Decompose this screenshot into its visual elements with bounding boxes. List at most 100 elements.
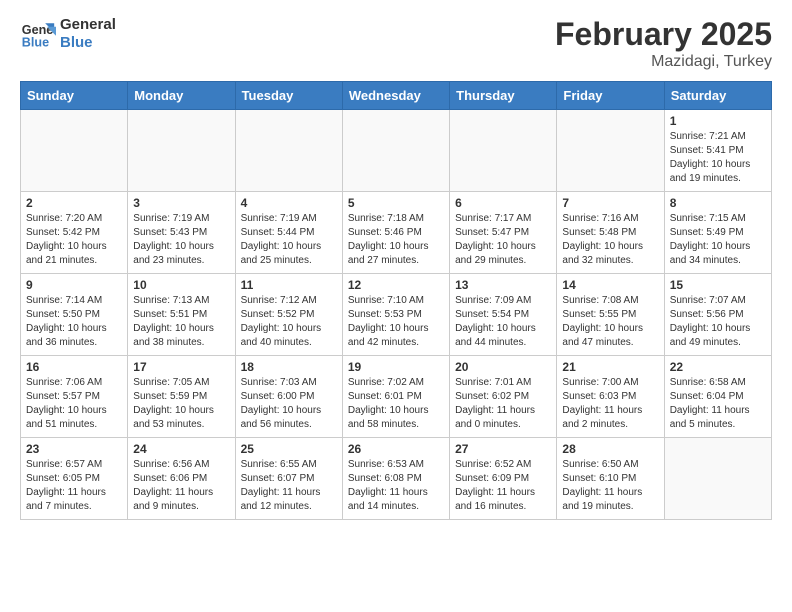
day-number: 14 bbox=[562, 278, 658, 292]
table-row: 6 Sunrise: 7:17 AM Sunset: 5:47 PM Daylig… bbox=[450, 192, 557, 274]
day-info: Sunrise: 7:07 AM Sunset: 5:56 PM Dayligh… bbox=[670, 294, 766, 350]
day-info: Sunrise: 7:03 AM Sunset: 6:00 PM Dayligh… bbox=[241, 376, 337, 432]
day-info: Sunrise: 7:15 AM Sunset: 5:49 PM Dayligh… bbox=[670, 212, 766, 268]
table-row: 14 Sunrise: 7:08 AM Sunset: 5:55 PM Dayli… bbox=[557, 274, 664, 356]
month-title: February 2025 bbox=[555, 16, 772, 53]
table-row: 25 Sunrise: 6:55 AM Sunset: 6:07 PM Dayli… bbox=[235, 438, 342, 520]
col-tuesday: Tuesday bbox=[235, 82, 342, 110]
table-row: 15 Sunrise: 7:07 AM Sunset: 5:56 PM Dayli… bbox=[664, 274, 771, 356]
day-number: 28 bbox=[562, 442, 658, 456]
day-info: Sunrise: 7:19 AM Sunset: 5:44 PM Dayligh… bbox=[241, 212, 337, 268]
day-info: Sunrise: 6:55 AM Sunset: 6:07 PM Dayligh… bbox=[241, 458, 337, 514]
table-row bbox=[21, 110, 128, 192]
table-row: 17 Sunrise: 7:05 AM Sunset: 5:59 PM Dayli… bbox=[128, 356, 235, 438]
table-row: 28 Sunrise: 6:50 AM Sunset: 6:10 PM Dayli… bbox=[557, 438, 664, 520]
day-info: Sunrise: 7:09 AM Sunset: 5:54 PM Dayligh… bbox=[455, 294, 551, 350]
day-info: Sunrise: 7:01 AM Sunset: 6:02 PM Dayligh… bbox=[455, 376, 551, 432]
table-row bbox=[235, 110, 342, 192]
title-block: February 2025 Mazidagi, Turkey bbox=[555, 16, 772, 71]
col-thursday: Thursday bbox=[450, 82, 557, 110]
table-row: 26 Sunrise: 6:53 AM Sunset: 6:08 PM Dayli… bbox=[342, 438, 449, 520]
day-info: Sunrise: 6:52 AM Sunset: 6:09 PM Dayligh… bbox=[455, 458, 551, 514]
day-number: 25 bbox=[241, 442, 337, 456]
day-number: 27 bbox=[455, 442, 551, 456]
calendar-week-row: 1Sunrise: 7:21 AM Sunset: 5:41 PM Daylig… bbox=[21, 110, 772, 192]
day-number: 15 bbox=[670, 278, 766, 292]
day-info: Sunrise: 7:17 AM Sunset: 5:47 PM Dayligh… bbox=[455, 212, 551, 268]
day-number: 12 bbox=[348, 278, 444, 292]
logo-line1: General bbox=[60, 16, 116, 34]
calendar-week-row: 9 Sunrise: 7:14 AM Sunset: 5:50 PM Daylig… bbox=[21, 274, 772, 356]
day-info: Sunrise: 7:00 AM Sunset: 6:03 PM Dayligh… bbox=[562, 376, 658, 432]
table-row bbox=[450, 110, 557, 192]
table-row bbox=[557, 110, 664, 192]
day-number: 7 bbox=[562, 196, 658, 210]
col-friday: Friday bbox=[557, 82, 664, 110]
day-info: Sunrise: 7:05 AM Sunset: 5:59 PM Dayligh… bbox=[133, 376, 229, 432]
logo-icon: General Blue bbox=[20, 16, 56, 52]
table-row: 16 Sunrise: 7:06 AM Sunset: 5:57 PM Dayli… bbox=[21, 356, 128, 438]
day-number: 17 bbox=[133, 360, 229, 374]
table-row: 8 Sunrise: 7:15 AM Sunset: 5:49 PM Daylig… bbox=[664, 192, 771, 274]
table-row: 7 Sunrise: 7:16 AM Sunset: 5:48 PM Daylig… bbox=[557, 192, 664, 274]
table-row: 11Sunrise: 7:12 AM Sunset: 5:52 PM Dayli… bbox=[235, 274, 342, 356]
table-row: 22 Sunrise: 6:58 AM Sunset: 6:04 PM Dayli… bbox=[664, 356, 771, 438]
logo: General Blue General Blue bbox=[20, 16, 116, 52]
day-info: Sunrise: 6:50 AM Sunset: 6:10 PM Dayligh… bbox=[562, 458, 658, 514]
calendar-table: Sunday Monday Tuesday Wednesday Thursday… bbox=[20, 81, 772, 520]
day-number: 3 bbox=[133, 196, 229, 210]
day-number: 26 bbox=[348, 442, 444, 456]
day-number: 16 bbox=[26, 360, 122, 374]
day-number: 22 bbox=[670, 360, 766, 374]
header: General Blue General Blue February 2025 … bbox=[20, 16, 772, 71]
calendar-header-row: Sunday Monday Tuesday Wednesday Thursday… bbox=[21, 82, 772, 110]
table-row: 2 Sunrise: 7:20 AM Sunset: 5:42 PM Daylig… bbox=[21, 192, 128, 274]
day-info: Sunrise: 7:06 AM Sunset: 5:57 PM Dayligh… bbox=[26, 376, 122, 432]
day-number: 20 bbox=[455, 360, 551, 374]
day-number: 10 bbox=[133, 278, 229, 292]
day-number: 19 bbox=[348, 360, 444, 374]
table-row: 9 Sunrise: 7:14 AM Sunset: 5:50 PM Daylig… bbox=[21, 274, 128, 356]
page: General Blue General Blue February 2025 … bbox=[0, 0, 792, 536]
col-sunday: Sunday bbox=[21, 82, 128, 110]
day-number: 11 bbox=[241, 278, 337, 292]
day-number: 2 bbox=[26, 196, 122, 210]
table-row: 20 Sunrise: 7:01 AM Sunset: 6:02 PM Dayli… bbox=[450, 356, 557, 438]
day-info: Sunrise: 6:57 AM Sunset: 6:05 PM Dayligh… bbox=[26, 458, 122, 514]
col-monday: Monday bbox=[128, 82, 235, 110]
day-number: 13 bbox=[455, 278, 551, 292]
day-info: Sunrise: 7:13 AM Sunset: 5:51 PM Dayligh… bbox=[133, 294, 229, 350]
table-row: 12 Sunrise: 7:10 AM Sunset: 5:53 PM Dayli… bbox=[342, 274, 449, 356]
day-number: 9 bbox=[26, 278, 122, 292]
day-info: Sunrise: 7:08 AM Sunset: 5:55 PM Dayligh… bbox=[562, 294, 658, 350]
day-number: 24 bbox=[133, 442, 229, 456]
day-info: Sunrise: 6:58 AM Sunset: 6:04 PM Dayligh… bbox=[670, 376, 766, 432]
day-number: 21 bbox=[562, 360, 658, 374]
day-info: Sunrise: 7:14 AM Sunset: 5:50 PM Dayligh… bbox=[26, 294, 122, 350]
table-row: 24Sunrise: 6:56 AM Sunset: 6:06 PM Dayli… bbox=[128, 438, 235, 520]
day-number: 1 bbox=[670, 114, 766, 128]
table-row: 3 Sunrise: 7:19 AM Sunset: 5:43 PM Daylig… bbox=[128, 192, 235, 274]
table-row: 23Sunrise: 6:57 AM Sunset: 6:05 PM Dayli… bbox=[21, 438, 128, 520]
day-number: 18 bbox=[241, 360, 337, 374]
table-row bbox=[342, 110, 449, 192]
table-row: 19 Sunrise: 7:02 AM Sunset: 6:01 PM Dayli… bbox=[342, 356, 449, 438]
day-info: Sunrise: 7:20 AM Sunset: 5:42 PM Dayligh… bbox=[26, 212, 122, 268]
logo-line2: Blue bbox=[60, 34, 116, 52]
calendar-week-row: 16 Sunrise: 7:06 AM Sunset: 5:57 PM Dayli… bbox=[21, 356, 772, 438]
location-title: Mazidagi, Turkey bbox=[555, 53, 772, 71]
day-info: Sunrise: 7:18 AM Sunset: 5:46 PM Dayligh… bbox=[348, 212, 444, 268]
table-row bbox=[664, 438, 771, 520]
day-number: 8 bbox=[670, 196, 766, 210]
day-number: 5 bbox=[348, 196, 444, 210]
day-info: Sunrise: 7:10 AM Sunset: 5:53 PM Dayligh… bbox=[348, 294, 444, 350]
day-number: 6 bbox=[455, 196, 551, 210]
table-row: 13 Sunrise: 7:09 AM Sunset: 5:54 PM Dayli… bbox=[450, 274, 557, 356]
day-info: Sunrise: 6:53 AM Sunset: 6:08 PM Dayligh… bbox=[348, 458, 444, 514]
day-info: Sunrise: 7:16 AM Sunset: 5:48 PM Dayligh… bbox=[562, 212, 658, 268]
table-row: 4Sunrise: 7:19 AM Sunset: 5:44 PM Daylig… bbox=[235, 192, 342, 274]
table-row: 21 Sunrise: 7:00 AM Sunset: 6:03 PM Dayli… bbox=[557, 356, 664, 438]
day-info: Sunrise: 7:19 AM Sunset: 5:43 PM Dayligh… bbox=[133, 212, 229, 268]
col-saturday: Saturday bbox=[664, 82, 771, 110]
day-info: Sunrise: 7:02 AM Sunset: 6:01 PM Dayligh… bbox=[348, 376, 444, 432]
